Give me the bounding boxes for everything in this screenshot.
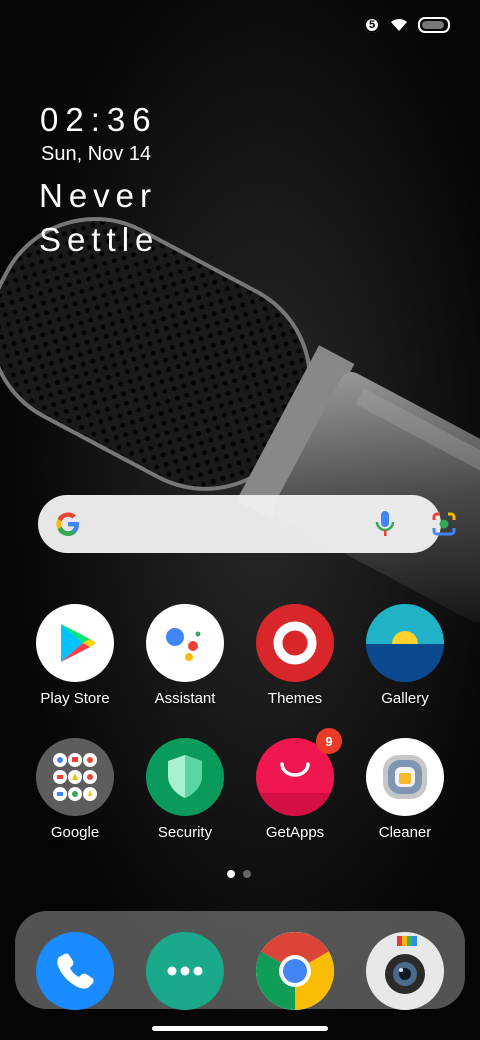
google-g-icon <box>56 512 79 536</box>
app-cleaner[interactable]: Cleaner <box>350 738 460 841</box>
notification-badge: 9 <box>316 728 342 754</box>
microphone-icon[interactable] <box>374 509 396 539</box>
app-label: Google <box>50 824 100 841</box>
google-folder-icon <box>36 738 114 816</box>
clock-date[interactable]: Sun, Nov 14 <box>41 143 151 166</box>
app-themes[interactable]: Themes <box>240 604 350 707</box>
camera-icon[interactable] <box>366 932 444 1010</box>
security-icon <box>146 738 224 816</box>
status-bar: 5 <box>0 0 480 56</box>
app-getapps[interactable]: 9 GetApps <box>240 728 350 841</box>
gallery-icon <box>366 604 444 682</box>
app-label: Cleaner <box>378 824 432 841</box>
phone-icon[interactable] <box>36 932 114 1010</box>
app-label: GetApps <box>265 824 325 841</box>
battery-icon <box>418 17 450 33</box>
page-indicator <box>227 870 251 878</box>
google-lens-icon[interactable] <box>430 510 458 538</box>
chrome-icon[interactable] <box>256 932 334 1010</box>
app-label: Themes <box>267 690 323 707</box>
gesture-navigation-bar[interactable] <box>152 1026 328 1031</box>
cleaner-icon <box>366 738 444 816</box>
app-gallery[interactable]: Gallery <box>350 604 460 707</box>
play-store-icon <box>36 604 114 682</box>
page-dot-2[interactable] <box>243 870 251 878</box>
app-assistant[interactable]: Assistant <box>130 604 240 707</box>
app-security[interactable]: Security <box>130 738 240 841</box>
app-play-store[interactable]: Play Store <box>20 604 130 707</box>
motto-line-2: Settle <box>39 221 160 258</box>
motto-text: Never Settle <box>39 174 159 262</box>
clock-time[interactable]: 02:36 <box>40 101 158 139</box>
app-label: Gallery <box>381 690 429 707</box>
notification-count-icon: 5 <box>364 17 380 33</box>
assistant-icon <box>146 604 224 682</box>
page-dot-1[interactable] <box>227 870 235 878</box>
app-label: Assistant <box>154 690 216 707</box>
app-google-folder[interactable]: Google <box>20 738 130 841</box>
motto-line-1: Never <box>39 177 158 214</box>
google-search-bar[interactable] <box>38 495 456 553</box>
themes-icon <box>256 604 334 682</box>
app-label: Play Store <box>40 690 110 707</box>
wifi-icon <box>391 18 407 31</box>
messages-icon[interactable] <box>146 932 224 1010</box>
dock <box>15 911 465 1010</box>
app-label: Security <box>157 824 213 841</box>
